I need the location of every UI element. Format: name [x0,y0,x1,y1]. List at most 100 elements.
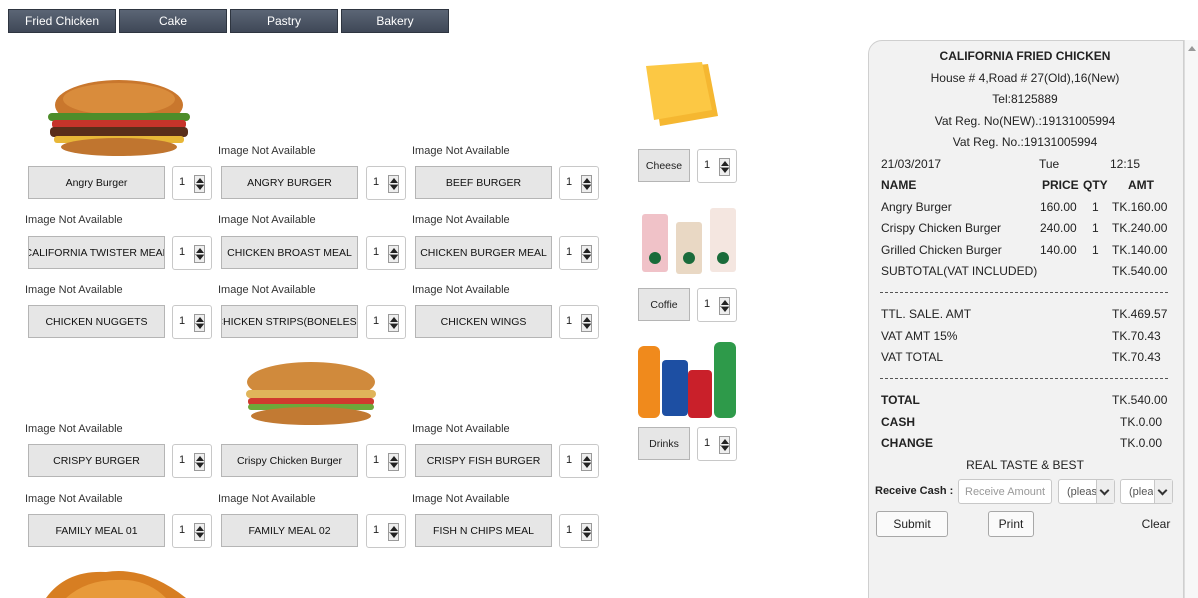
chevron-down-icon[interactable] [1154,480,1172,503]
quantity-value: 1 [373,315,380,327]
quantity-stepper[interactable]: 1 [559,305,599,339]
col-amt: AMT [1128,178,1154,192]
spinner-icon[interactable] [194,453,205,471]
receipt-time: 12:15 [1110,157,1141,171]
shop-name: CALIFORNIA FRIED CHICKEN [939,49,1111,63]
product-button-fish-n-chips-meal[interactable]: FISH N CHIPS MEAL [415,514,552,547]
receive-amount-input[interactable]: Receive Amount [958,479,1052,504]
chevron-down-icon[interactable] [1096,480,1114,503]
quantity-stepper[interactable]: 1 [366,166,406,200]
vat-total-value: TK.70.43 [1112,350,1161,364]
vat-amt-value: TK.70.43 [1112,329,1161,343]
spinner-icon[interactable] [581,245,592,263]
item-price: 240.00 [1040,221,1077,235]
product-button-family-meal-01[interactable]: FAMILY MEAL 01 [28,514,165,547]
product-button-california-twister-meal[interactable]: CALIFORNIA TWISTER MEAL [28,236,165,269]
scroll-up-icon[interactable] [1188,46,1196,51]
spinner-icon[interactable] [388,175,399,193]
quantity-stepper[interactable]: 1 [559,514,599,548]
quantity-stepper[interactable]: 1 [366,305,406,339]
quantity-stepper[interactable]: 1 [172,514,212,548]
spinner-icon[interactable] [719,158,730,176]
burger-image [48,80,190,156]
vat-total-label: VAT TOTAL [881,350,944,364]
product-button-chicken-burger-meal[interactable]: CHICKEN BURGER MEAL [415,236,552,269]
product-button-angry-burger[interactable]: Angry Burger [28,166,165,199]
spinner-icon[interactable] [194,175,205,193]
product-button-crispy-fish-burger[interactable]: CRISPY FISH BURGER [415,444,552,477]
product-button-beef-burger[interactable]: BEEF BURGER [415,166,552,199]
product-button-angry-burger-2[interactable]: ANGRY BURGER [221,166,358,199]
cash-value: TK.0.00 [1120,415,1163,429]
quantity-stepper[interactable]: 1 [366,514,406,548]
tab-bakery[interactable]: Bakery [341,9,449,33]
subtotal-value: TK.540.00 [1112,264,1168,278]
side-button-cheese[interactable]: Cheese [638,149,690,182]
spinner-icon[interactable] [581,314,592,332]
quantity-stepper[interactable]: 1 [559,166,599,200]
total-value: TK.540.00 [1112,393,1168,407]
quantity-stepper[interactable]: 1 [559,444,599,478]
quantity-value: 1 [373,454,380,466]
subtotal-label: SUBTOTAL(VAT INCLUDED) [881,264,1038,278]
product-button-crispy-burger[interactable]: CRISPY BURGER [28,444,165,477]
product-button-chicken-nuggets[interactable]: CHICKEN NUGGETS [28,305,165,338]
spinner-icon[interactable] [388,523,399,541]
spinner-icon[interactable] [719,436,730,454]
quantity-stepper[interactable]: 1 [172,305,212,339]
payment-select-2[interactable]: (plea [1120,479,1173,504]
spinner-icon[interactable] [581,453,592,471]
side-button-drinks[interactable]: Drinks [638,427,690,460]
quantity-stepper[interactable]: 1 [172,166,212,200]
product-button-crispy-chicken-burger[interactable]: Crispy Chicken Burger [221,444,358,477]
quantity-stepper[interactable]: 1 [559,236,599,270]
quantity-stepper[interactable]: 1 [366,236,406,270]
change-label: CHANGE [881,436,934,450]
spinner-icon[interactable] [194,245,205,263]
vat-amt-label: VAT AMT 15% [881,329,958,343]
quantity-stepper[interactable]: 1 [697,288,737,322]
tab-cake[interactable]: Cake [119,9,227,33]
product-button-chicken-strips[interactable]: CHICKEN STRIPS(BONELESS [221,305,358,338]
image-not-available: Image Not Available [412,145,510,157]
quantity-value: 1 [373,246,380,258]
tab-pastry[interactable]: Pastry [230,9,338,33]
quantity-value: 1 [373,176,380,188]
quantity-stepper[interactable]: 1 [697,427,737,461]
spinner-icon[interactable] [581,523,592,541]
spinner-icon[interactable] [581,175,592,193]
submit-button[interactable]: Submit [876,511,948,537]
image-not-available: Image Not Available [25,214,123,226]
spinner-icon[interactable] [194,314,205,332]
quantity-stepper[interactable]: 1 [172,444,212,478]
receive-cash-label: Receive Cash : [875,485,954,497]
change-value: TK.0.00 [1120,436,1163,450]
quantity-stepper[interactable]: 1 [366,444,406,478]
spinner-icon[interactable] [194,523,205,541]
item-qty: 1 [1092,200,1099,214]
item-name: Angry Burger [881,200,952,214]
quantity-value: 1 [566,246,573,258]
tab-fried-chicken[interactable]: Fried Chicken [8,9,116,33]
payment-select-1[interactable]: (pleas [1058,479,1115,504]
spinner-icon[interactable] [388,245,399,263]
item-price: 160.00 [1040,200,1077,214]
quantity-value: 1 [179,454,186,466]
quantity-stepper[interactable]: 1 [697,149,737,183]
vat-reg-new: Vat Reg. No(NEW).:19131005994 [934,114,1116,128]
side-button-coffie[interactable]: Coffie [638,288,690,321]
total-label: TOTAL [881,393,920,407]
spinner-icon[interactable] [719,297,730,315]
image-not-available: Image Not Available [218,493,316,505]
print-button[interactable]: Print [988,511,1034,537]
receipt-scrollbar[interactable] [1184,40,1198,598]
product-button-chicken-wings[interactable]: CHICKEN WINGS [415,305,552,338]
spinner-icon[interactable] [388,453,399,471]
product-button-chicken-broast-meal[interactable]: CHICKEN BROAST MEAL [221,236,358,269]
spinner-icon[interactable] [388,314,399,332]
receipt-date: 21/03/2017 [881,157,942,171]
item-price: 140.00 [1040,243,1077,257]
clear-button[interactable]: Clear [1139,511,1173,537]
product-button-family-meal-02[interactable]: FAMILY MEAL 02 [221,514,358,547]
quantity-stepper[interactable]: 1 [172,236,212,270]
